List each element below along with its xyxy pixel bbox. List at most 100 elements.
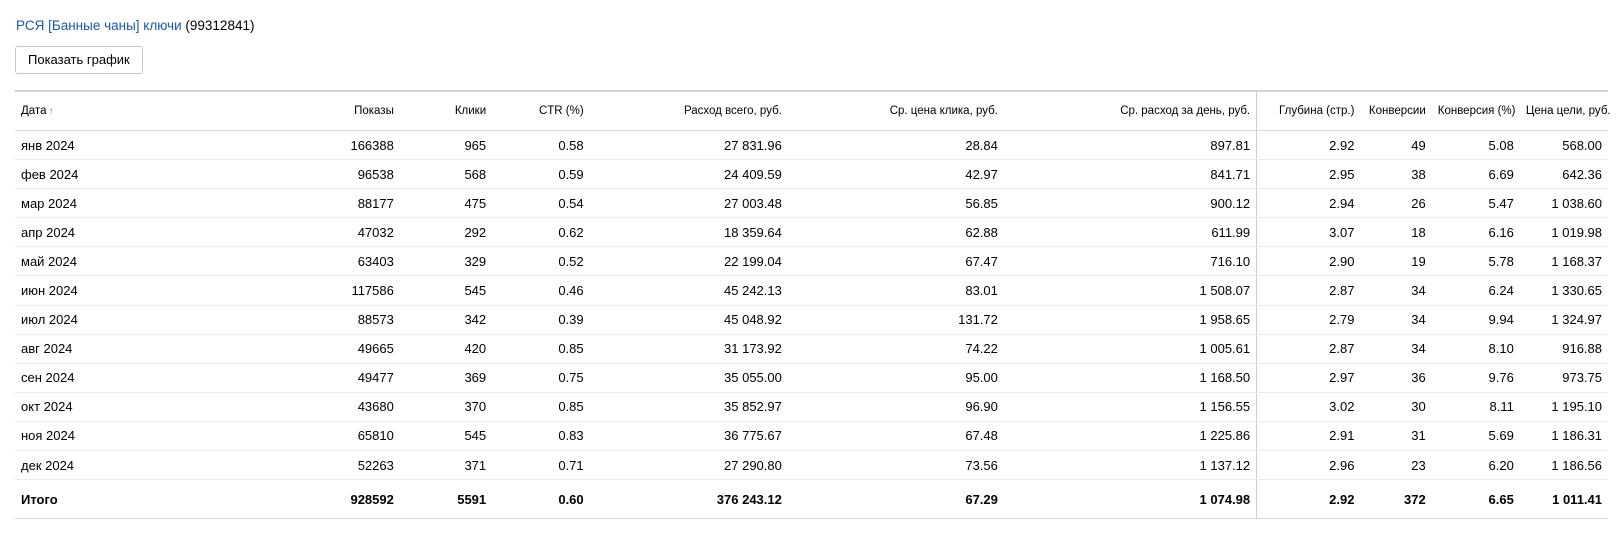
cell-conversions: 34	[1360, 305, 1432, 335]
cell-depth: 2.87	[1256, 334, 1361, 364]
cell-shows: 65810	[130, 421, 400, 452]
cell-avg-daily-spend: 1 508.07	[1003, 275, 1257, 306]
cell-date: мар 2024	[15, 188, 131, 219]
column-header-date[interactable]: Дата ↑	[15, 91, 131, 131]
table-row: июл 2024 88573 342 0.39 45 048.92 131.72 1 958…	[15, 305, 1608, 335]
cell-cost-per-goal: 1 186.31	[1519, 421, 1608, 452]
cell-avg-daily-spend: 611.99	[1003, 217, 1257, 248]
cell-depth: 2.92	[1256, 130, 1361, 161]
cell-avg-cpc: 131.72	[787, 305, 1004, 335]
column-header-shows[interactable]: Показы	[130, 91, 400, 131]
cell-conversion-rate: 5.78	[1431, 246, 1520, 277]
cell-ctr: 0.60	[492, 479, 590, 520]
cell-clicks: 342	[399, 305, 493, 335]
table-row: июн 2024 117586 545 0.46 45 242.13 83.01 1 508…	[15, 275, 1608, 306]
cell-date: окт 2024	[15, 392, 131, 422]
column-header-avg-daily-spend[interactable]: Ср. расход за день, руб.	[1003, 91, 1257, 131]
column-header-avg-cpc[interactable]: Ср. цена клика, руб.	[787, 91, 1004, 131]
cell-ctr: 0.75	[492, 363, 590, 393]
table-row: фев 2024 96538 568 0.59 24 409.59 42.97 841.71…	[15, 159, 1608, 190]
cell-avg-daily-spend: 841.71	[1003, 159, 1257, 190]
cell-conversion-rate: 6.69	[1431, 159, 1520, 190]
table-row: авг 2024 49665 420 0.85 31 173.92 74.22 1 005.…	[15, 334, 1608, 364]
cell-ctr: 0.54	[492, 188, 590, 219]
cell-avg-daily-spend: 1 137.12	[1003, 450, 1257, 481]
column-header-depth[interactable]: Глубина (стр.)	[1256, 91, 1361, 131]
cell-avg-cpc: 62.88	[787, 217, 1004, 248]
cell-ctr: 0.58	[492, 130, 590, 161]
cell-spend: 27 003.48	[589, 188, 788, 219]
cell-depth: 3.02	[1256, 392, 1361, 422]
show-chart-button[interactable]: Показать график	[15, 46, 143, 74]
cell-conversions: 34	[1360, 334, 1432, 364]
cell-shows: 63403	[130, 246, 400, 277]
cell-avg-cpc: 28.84	[787, 130, 1004, 161]
cell-clicks: 292	[399, 217, 493, 248]
cell-ctr: 0.71	[492, 450, 590, 481]
table-row: янв 2024 166388 965 0.58 27 831.96 28.84 897.8…	[15, 130, 1608, 161]
cell-depth: 2.95	[1256, 159, 1361, 190]
cell-date: дек 2024	[15, 450, 131, 481]
cell-date: апр 2024	[15, 217, 131, 248]
cell-depth: 2.96	[1256, 450, 1361, 481]
cell-conversion-rate: 9.94	[1431, 305, 1520, 335]
cell-avg-daily-spend: 1 074.98	[1003, 479, 1257, 520]
cell-conversions: 372	[1360, 479, 1432, 520]
cell-date: май 2024	[15, 246, 131, 277]
stats-table-container: Дата ↑ Показы Клики CTR (%) Расход всего,…	[15, 90, 1611, 520]
cell-avg-cpc: 67.29	[787, 479, 1004, 520]
cell-avg-cpc: 56.85	[787, 188, 1004, 219]
column-header-spend[interactable]: Расход всего, руб.	[589, 91, 788, 131]
column-header-conversion-rate[interactable]: Конверсия (%)	[1431, 91, 1520, 131]
cell-date: фев 2024	[15, 159, 131, 190]
cell-shows: 117586	[130, 275, 400, 306]
cell-cost-per-goal: 1 019.98	[1519, 217, 1608, 248]
cell-ctr: 0.39	[492, 305, 590, 335]
cell-shows: 43680	[130, 392, 400, 422]
cell-spend: 18 359.64	[589, 217, 788, 248]
cell-clicks: 568	[399, 159, 493, 190]
cell-cost-per-goal: 1 195.10	[1519, 392, 1608, 422]
cell-spend: 27 831.96	[589, 130, 788, 161]
cell-conversion-rate: 6.24	[1431, 275, 1520, 306]
cell-conversions: 26	[1360, 188, 1432, 219]
cell-conversion-rate: 9.76	[1431, 363, 1520, 393]
cell-spend: 35 852.97	[589, 392, 788, 422]
cell-conversion-rate: 5.69	[1431, 421, 1520, 452]
cell-cost-per-goal: 1 011.41	[1519, 479, 1608, 520]
cell-cost-per-goal: 916.88	[1519, 334, 1608, 364]
column-header-cost-per-goal[interactable]: Цена цели, руб.	[1519, 91, 1611, 131]
cell-shows: 96538	[130, 159, 400, 190]
column-header-ctr[interactable]: CTR (%)	[492, 91, 590, 131]
cell-avg-cpc: 67.48	[787, 421, 1004, 452]
cell-date: авг 2024	[15, 334, 131, 364]
cell-avg-cpc: 96.90	[787, 392, 1004, 422]
cell-spend: 45 048.92	[589, 305, 788, 335]
cell-clicks: 965	[399, 130, 493, 161]
cell-date: сен 2024	[15, 363, 131, 393]
cell-conversion-rate: 8.11	[1431, 392, 1520, 422]
cell-conversions: 36	[1360, 363, 1432, 393]
cell-conversion-rate: 6.20	[1431, 450, 1520, 481]
cell-avg-daily-spend: 1 168.50	[1003, 363, 1257, 393]
column-header-clicks[interactable]: Клики	[399, 91, 493, 131]
table-row: ноя 2024 65810 545 0.83 36 775.67 67.48 1 225.…	[15, 421, 1608, 452]
cell-clicks: 5591	[399, 479, 493, 520]
cell-avg-cpc: 83.01	[787, 275, 1004, 306]
cell-avg-cpc: 73.56	[787, 450, 1004, 481]
cell-ctr: 0.59	[492, 159, 590, 190]
cell-depth: 2.97	[1256, 363, 1361, 393]
cell-cost-per-goal: 568.00	[1519, 130, 1608, 161]
cell-shows: 88573	[130, 305, 400, 335]
cell-cost-per-goal: 973.75	[1519, 363, 1608, 393]
table-row: мар 2024 88177 475 0.54 27 003.48 56.85 900.12…	[15, 188, 1608, 219]
report-page: РСЯ [Банные чаны] ключи (99312841) Показ…	[0, 0, 1624, 551]
cell-ctr: 0.85	[492, 334, 590, 364]
table-total-row: Итого 928592 5591 0.60 376 243.12 67.29 1 074.…	[15, 479, 1608, 520]
cell-avg-daily-spend: 716.10	[1003, 246, 1257, 277]
column-header-conversions[interactable]: Конверсии	[1360, 91, 1432, 131]
cell-spend: 45 242.13	[589, 275, 788, 306]
campaign-link[interactable]: РСЯ [Банные чаны] ключи	[16, 18, 182, 33]
cell-depth: 2.90	[1256, 246, 1361, 277]
cell-conversions: 34	[1360, 275, 1432, 306]
